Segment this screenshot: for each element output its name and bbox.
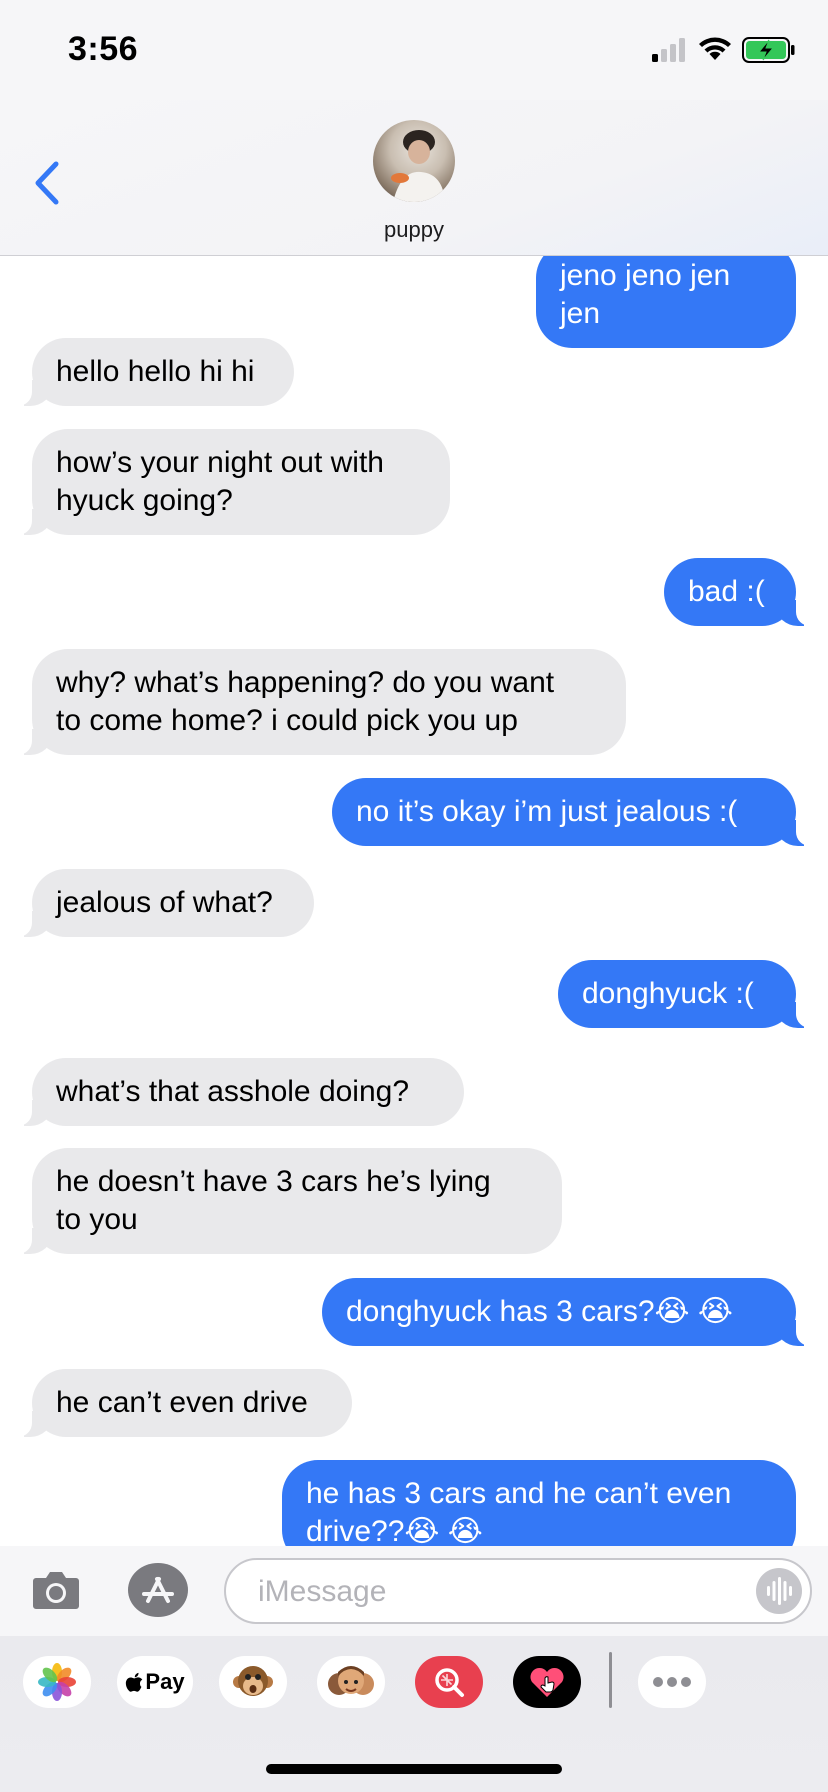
back-chevron-icon[interactable] <box>28 158 68 208</box>
animoji-app-button[interactable] <box>219 1656 287 1708</box>
message-bubble-incoming[interactable]: why? what’s happening? do you want to co… <box>14 649 626 755</box>
digital-touch-app-button[interactable] <box>513 1656 581 1708</box>
image-search-icon <box>435 1668 464 1697</box>
cellular-signal-icon <box>652 38 685 62</box>
imessage-app-drawer: Pay <box>0 1636 828 1792</box>
apple-pay-label: Pay <box>145 1669 185 1694</box>
message-bubble-outgoing[interactable]: donghyuck :( <box>558 960 814 1028</box>
status-bar: 3:56 <box>0 0 828 100</box>
status-time: 3:56 <box>68 30 139 68</box>
memoji-icon <box>328 1666 374 1695</box>
message-bubble-outgoing[interactable]: bad :( <box>664 558 814 626</box>
contact-avatar[interactable] <box>373 120 455 202</box>
message-bubble-incoming[interactable]: he can’t even drive <box>14 1369 352 1437</box>
apple-pay-app-button[interactable]: Pay <box>117 1656 193 1708</box>
apple-logo-icon <box>126 1672 143 1692</box>
audio-message-button[interactable] <box>756 1568 802 1614</box>
message-bubble-incoming[interactable]: what’s that asshole doing? <box>14 1058 464 1126</box>
app-store-icon[interactable] <box>126 1561 190 1619</box>
message-input[interactable] <box>256 1570 730 1614</box>
image-search-app-button[interactable] <box>415 1656 483 1708</box>
message-bubble-incoming[interactable]: he doesn’t have 3 cars he’s lying to you <box>14 1148 562 1254</box>
message-bubble-outgoing[interactable]: donghyuck has 3 cars?😭 😭 <box>322 1278 814 1346</box>
contact-name[interactable]: puppy <box>0 217 828 243</box>
animoji-monkey-icon <box>233 1666 273 1696</box>
message-bubble-incoming[interactable]: jealous of what? <box>14 869 314 937</box>
message-bubble-outgoing[interactable]: jeno jeno jen jen <box>536 256 796 348</box>
message-bubble-outgoing[interactable]: he has 3 cars and he can’t even drive??😭… <box>282 1460 796 1546</box>
memoji-app-button[interactable] <box>317 1656 385 1708</box>
message-thread[interactable]: jeno jeno jen jen hello hello hi hi how’… <box>0 256 828 1546</box>
message-bubble-outgoing[interactable]: no it’s okay i’m just jealous :( <box>332 778 814 846</box>
photos-icon <box>38 1663 76 1701</box>
message-input-field[interactable] <box>224 1558 812 1624</box>
home-indicator[interactable] <box>266 1764 562 1774</box>
waveform-icon <box>767 1577 792 1605</box>
conversation-header: puppy <box>0 100 828 256</box>
compose-bar <box>0 1546 828 1636</box>
more-apps-button[interactable] <box>638 1656 706 1708</box>
digital-touch-icon <box>530 1667 564 1697</box>
photos-app-button[interactable] <box>23 1656 91 1708</box>
drawer-divider <box>609 1652 612 1708</box>
more-icon <box>653 1677 691 1687</box>
message-bubble-incoming[interactable]: hello hello hi hi <box>14 338 294 406</box>
camera-icon[interactable] <box>32 1568 80 1610</box>
message-bubble-incoming[interactable]: how’s your night out with hyuck going? <box>14 429 450 535</box>
battery-charging-icon <box>742 37 795 63</box>
wifi-icon <box>699 37 731 60</box>
